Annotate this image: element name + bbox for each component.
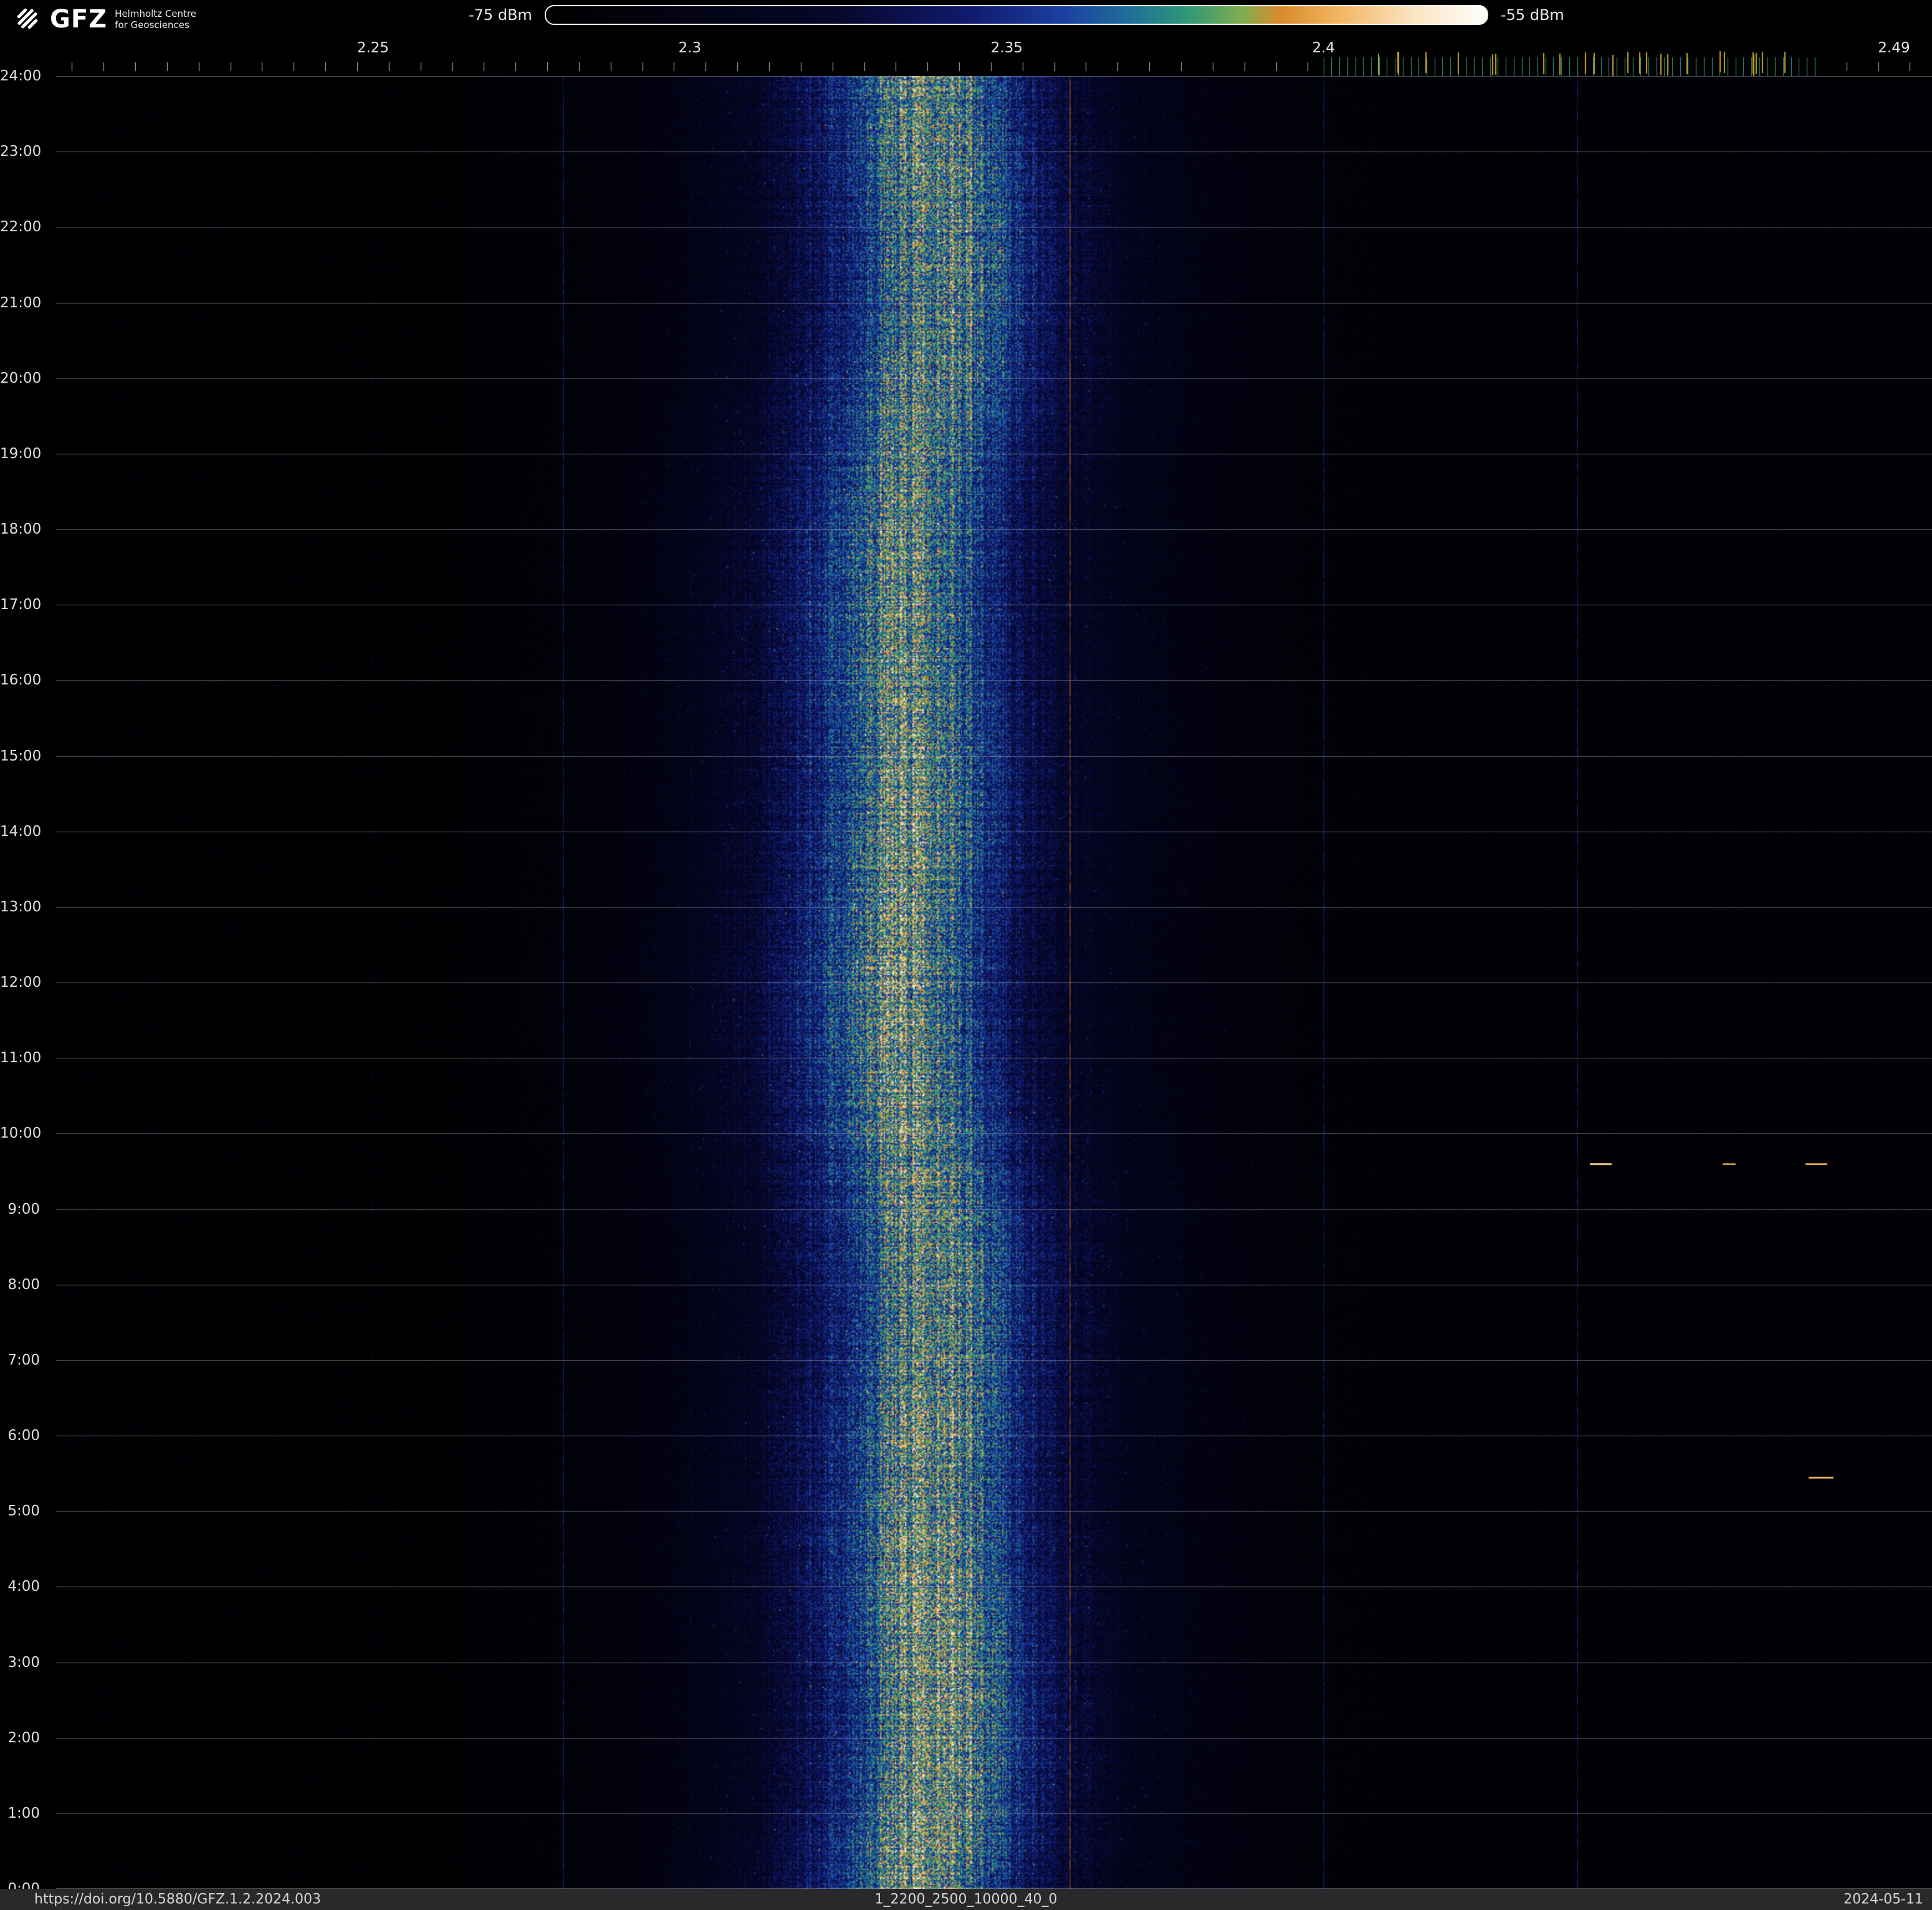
spectrogram-page: GFZ Helmholtz Centre for Geosciences -75…: [0, 0, 1932, 1910]
time-tick-label: 16:00: [0, 672, 42, 689]
colorbar-min-label: -75 dBm: [469, 6, 532, 24]
time-tick-label: 21:00: [0, 294, 42, 311]
time-tick-label: 22:00: [0, 219, 42, 236]
time-tick-label: 6:00: [7, 1428, 40, 1444]
time-tick-label: 17:00: [0, 597, 42, 613]
date-label: 2024-05-11: [1844, 1891, 1923, 1908]
time-tick-label: 9:00: [7, 1201, 40, 1217]
time-tick-label: 10:00: [0, 1125, 42, 1142]
time-tick-label: 20:00: [0, 370, 42, 386]
time-tick-label: 8:00: [7, 1276, 40, 1293]
grid-overlay-canvas: [56, 76, 1932, 1889]
time-tick-label: 23:00: [0, 143, 42, 160]
time-tick-label: 2:00: [7, 1729, 40, 1746]
time-tick-label: 14:00: [0, 823, 42, 840]
colorbar-gradient: [544, 5, 1488, 25]
dataset-name: 1_2200_2500_10000_40_0: [874, 1891, 1058, 1908]
time-axis: 24:00 23:00 22:00 21:00 20:00 19:00 18:00 17:00…: [0, 0, 56, 1910]
time-tick-label: 11:00: [0, 1050, 42, 1067]
time-tick-label: 24:00: [0, 68, 42, 84]
time-tick-label: 13:00: [0, 898, 42, 915]
time-tick-label: 1:00: [7, 1805, 40, 1821]
colorbar: -75 dBm -55 dBm: [469, 5, 1564, 25]
colorbar-max-label: -55 dBm: [1500, 6, 1564, 24]
time-tick-label: 18:00: [0, 521, 42, 537]
logo-subtitle: Helmholtz Centre for Geosciences: [115, 8, 196, 31]
frequency-ticks-canvas: [0, 50, 1932, 76]
doi-text: https://doi.org/10.5880/GFZ.1.2.2024.003: [34, 1891, 321, 1908]
logo-subtitle-line1: Helmholtz Centre: [115, 8, 196, 19]
time-tick-label: 19:00: [0, 445, 42, 462]
logo-brand: GFZ: [50, 5, 108, 34]
time-tick-label: 7:00: [7, 1351, 40, 1368]
time-tick-label: 5:00: [7, 1503, 40, 1520]
time-tick-label: 15:00: [0, 747, 42, 764]
time-tick-label: 12:00: [0, 974, 42, 991]
footer-bar: https://doi.org/10.5880/GFZ.1.2.2024.003…: [0, 1889, 1932, 1910]
time-tick-label: 3:00: [7, 1654, 40, 1671]
logo-subtitle-line2: for Geosciences: [115, 19, 189, 31]
time-tick-label: 4:00: [7, 1578, 40, 1595]
